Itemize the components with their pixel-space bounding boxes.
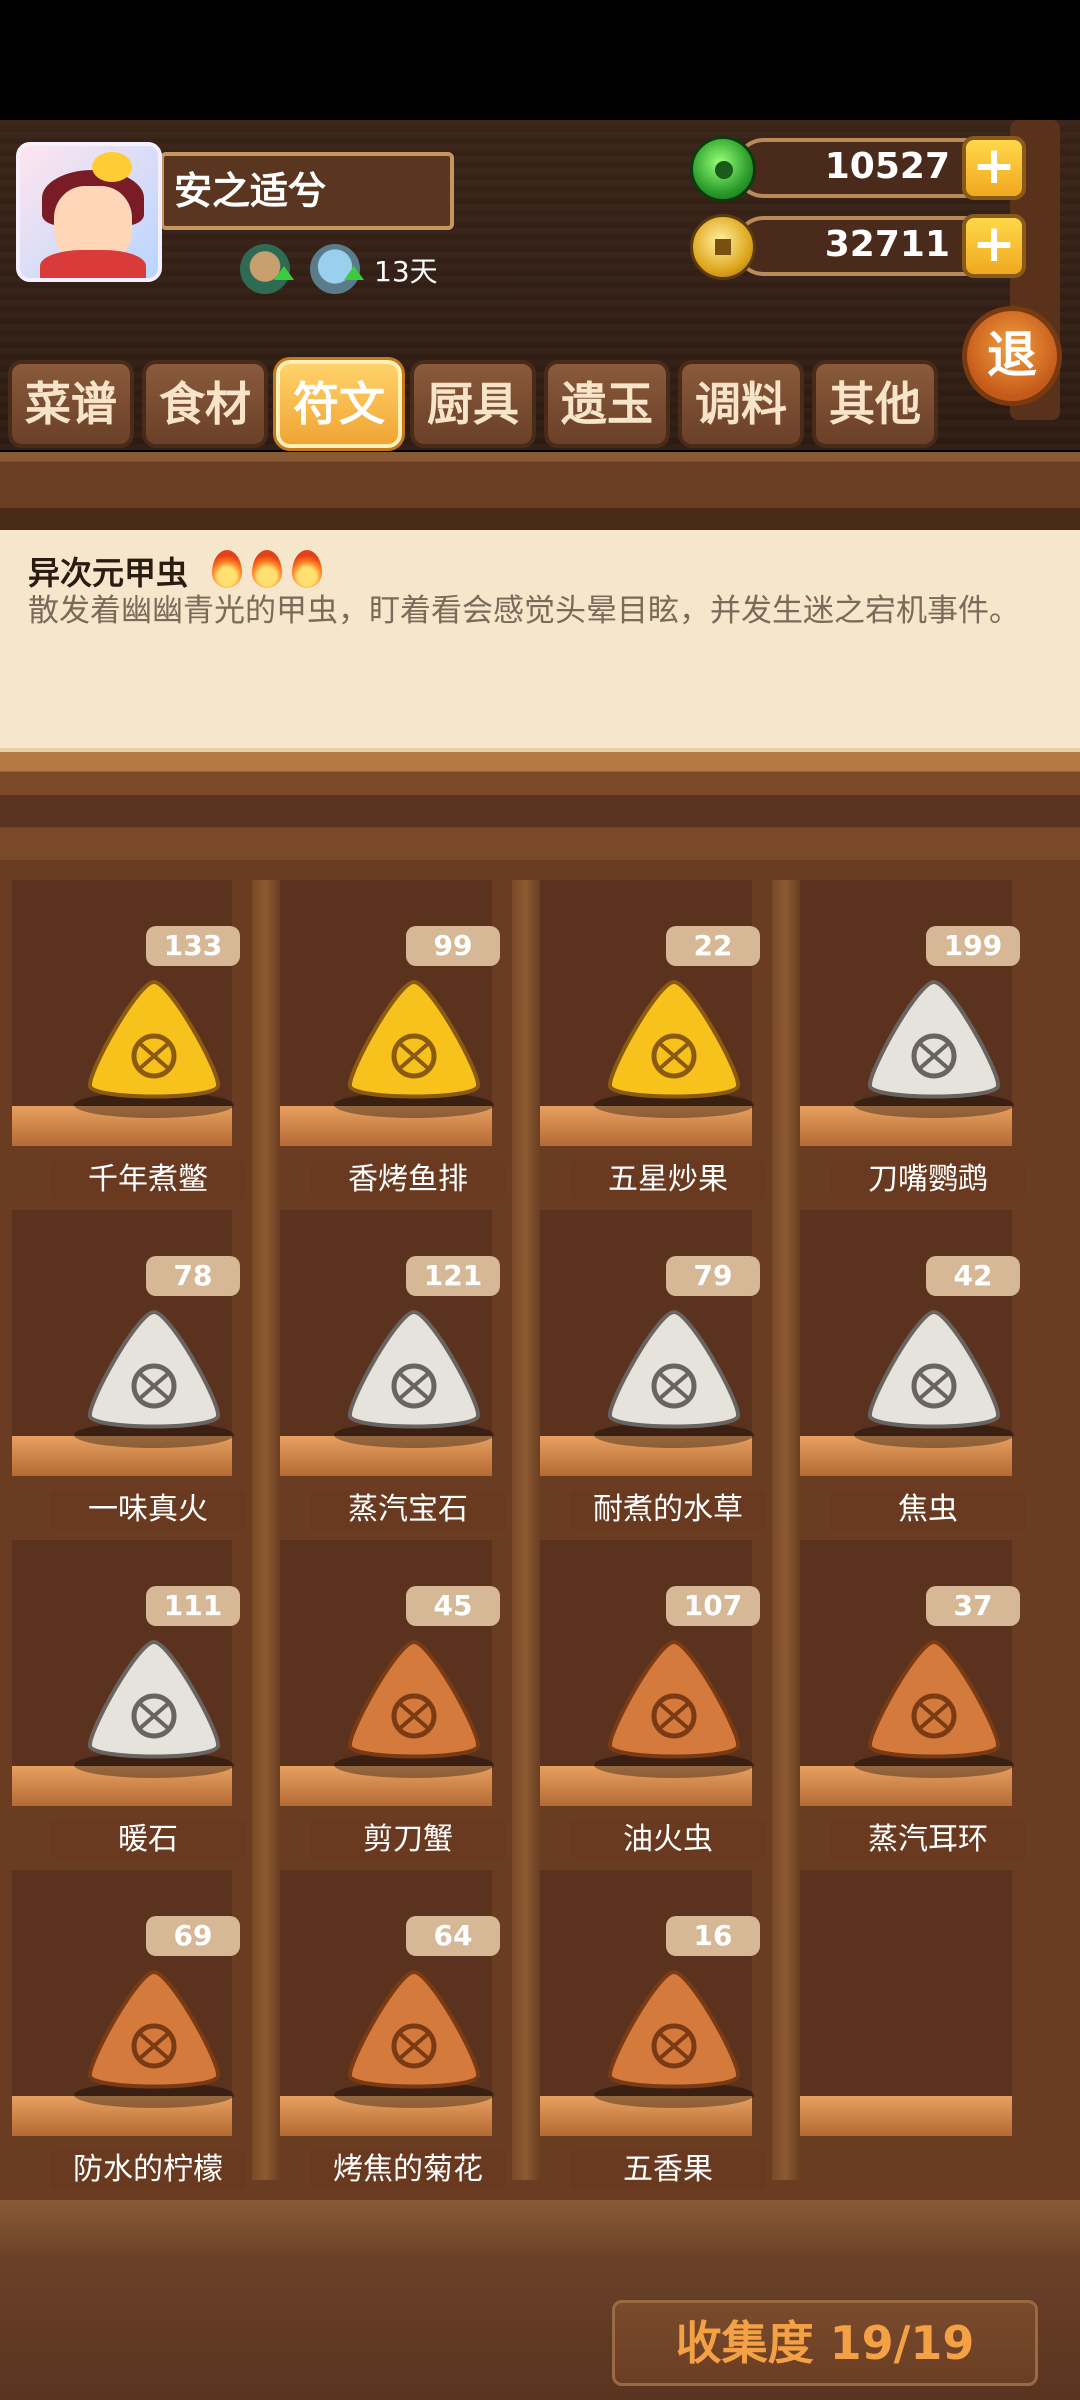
earring-icon [868,1639,1000,1759]
item-title: 异次元甲虫 [28,554,189,592]
rune-count: 37 [926,1586,1020,1626]
bug-icon [868,1309,1000,1429]
seaweed-icon [608,1309,740,1429]
fire-icon [292,550,322,588]
tab-runes[interactable]: 符文 [276,360,402,448]
cabinet-divider [512,880,540,2180]
rune-count: 69 [146,1916,240,1956]
rune-slot[interactable]: 78 一味真火 [4,1210,246,1530]
description-panel: 异次元甲虫 散发着幽幽青光的甲虫，盯着看会感觉头晕目眩，并发生迷之宕机事件。 [0,530,1080,752]
status-bar [0,0,1080,120]
tab-utensils[interactable]: 厨具 [410,360,536,448]
fruit-icon [608,1969,740,2089]
empty-slot [784,1870,1020,2186]
rune-name: 焦虫 [830,1490,1026,1530]
item-description: 散发着幽幽青光的甲虫，盯着看会感觉头晕目眩，并发生迷之宕机事件。 [28,593,1020,629]
rune-name: 油火虫 [570,1820,766,1860]
cabinet-divider [252,880,280,2180]
rune-name: 一味真火 [50,1490,246,1530]
rune-count: 45 [406,1586,500,1626]
rune-count: 16 [666,1916,760,1956]
rune-slot[interactable]: 45 剪刀蟹 [264,1540,506,1860]
category-tabs: 菜谱 食材 符文 厨具 遗玉 调料 其他 [8,360,948,452]
rune-name: 剪刀蟹 [310,1820,506,1860]
rune-count: 199 [926,926,1020,966]
player-avatar[interactable] [16,142,162,282]
rune-count: 42 [926,1256,1020,1296]
snail-icon [608,1639,740,1759]
rune-slot[interactable]: 64 烤焦的菊花 [264,1870,506,2190]
player-name: 安之适兮 [160,152,454,230]
collection-progress: 收集度 19/19 [612,2300,1038,2386]
rune-collection-screen: 安之适兮 13天 10527 + 32711 + 退 菜谱 食材 符文 厨具 遗… [0,0,1080,2400]
rune-count: 121 [406,1256,500,1296]
rune-count: 79 [666,1256,760,1296]
rune-name: 烤焦的菊花 [310,2150,506,2190]
rune-name: 五星炒果 [570,1160,766,1200]
coin-icon [690,214,756,280]
rune-slot[interactable]: 37 蒸汽耳环 [784,1540,1026,1860]
flower-icon [348,1969,480,2089]
jade-balance: 10527 [734,138,994,198]
tab-seasonings[interactable]: 调料 [678,360,804,448]
rune-slot[interactable]: 79 耐煮的水草 [524,1210,766,1530]
rune-slot[interactable]: 42 焦虫 [784,1210,1026,1530]
rune-count: 133 [146,926,240,966]
rune-count: 111 [146,1586,240,1626]
rune-name: 五香果 [570,2150,766,2190]
stone-icon [88,1639,220,1759]
tab-ingredients[interactable]: 食材 [142,360,268,448]
parrot-icon [868,979,1000,1099]
rune-slot[interactable]: 199 刀嘴鹦鹉 [784,880,1026,1200]
crab-icon [348,1639,480,1759]
star-icon [608,979,740,1099]
login-days: 13天 [374,255,438,288]
rune-count: 22 [666,926,760,966]
rune-count: 64 [406,1916,500,1956]
rune-slot[interactable]: 111 暖石 [4,1540,246,1860]
rune-name: 防水的柠檬 [50,2150,246,2190]
shelf-top [0,452,1080,532]
rune-name: 暖石 [50,1820,246,1860]
rune-slot[interactable]: 16 五香果 [524,1870,766,2190]
lemon-icon [88,1969,220,2089]
rune-slot[interactable]: 133 千年煮鳖 [4,880,246,1200]
fire-icon [252,550,282,588]
jade-amount: 10527 [824,146,950,187]
cabinet-rail [0,752,1080,860]
tab-others[interactable]: 其他 [812,360,938,448]
leaf-icon [88,1309,220,1429]
tab-recipes[interactable]: 菜谱 [8,360,134,448]
tab-relics[interactable]: 遗玉 [544,360,670,448]
rune-slot[interactable]: 107 油火虫 [524,1540,766,1860]
rune-slot[interactable]: 22 五星炒果 [524,880,766,1200]
rune-name: 蒸汽耳环 [830,1820,1026,1860]
rune-name: 香烤鱼排 [310,1160,506,1200]
rune-slot[interactable]: 121 蒸汽宝石 [264,1210,506,1530]
rune-count: 107 [666,1586,760,1626]
turtle-icon [88,979,220,1099]
rune-name: 耐煮的水草 [570,1490,766,1530]
jade-icon [690,136,756,202]
fire-icon [212,550,242,588]
fish-icon [348,979,480,1099]
rune-count: 99 [406,926,500,966]
add-coins-button[interactable]: + [962,214,1026,278]
rune-name: 千年煮鳖 [50,1160,246,1200]
rune-name: 刀嘴鹦鹉 [830,1160,1026,1200]
coin-balance: 32711 [734,216,994,276]
rune-name: 蒸汽宝石 [310,1490,506,1530]
exit-button[interactable]: 退 [962,306,1062,406]
arrow-up-icon [344,266,364,280]
spiral-icon [348,1309,480,1429]
arrow-up-icon [274,266,294,280]
cabinet-divider [772,880,800,2180]
rune-slot[interactable]: 69 防水的柠檬 [4,1870,246,2190]
rune-slot[interactable]: 99 香烤鱼排 [264,880,506,1200]
rune-grid: 133 千年煮鳖 99 香烤鱼排 22 五星炒果 199 刀嘴鹦鹉 78 一味真火 121 蒸汽宝石 7… [0,880,1080,2190]
add-jade-button[interactable]: + [962,136,1026,200]
rune-count: 78 [146,1256,240,1296]
coin-amount: 32711 [824,224,950,265]
